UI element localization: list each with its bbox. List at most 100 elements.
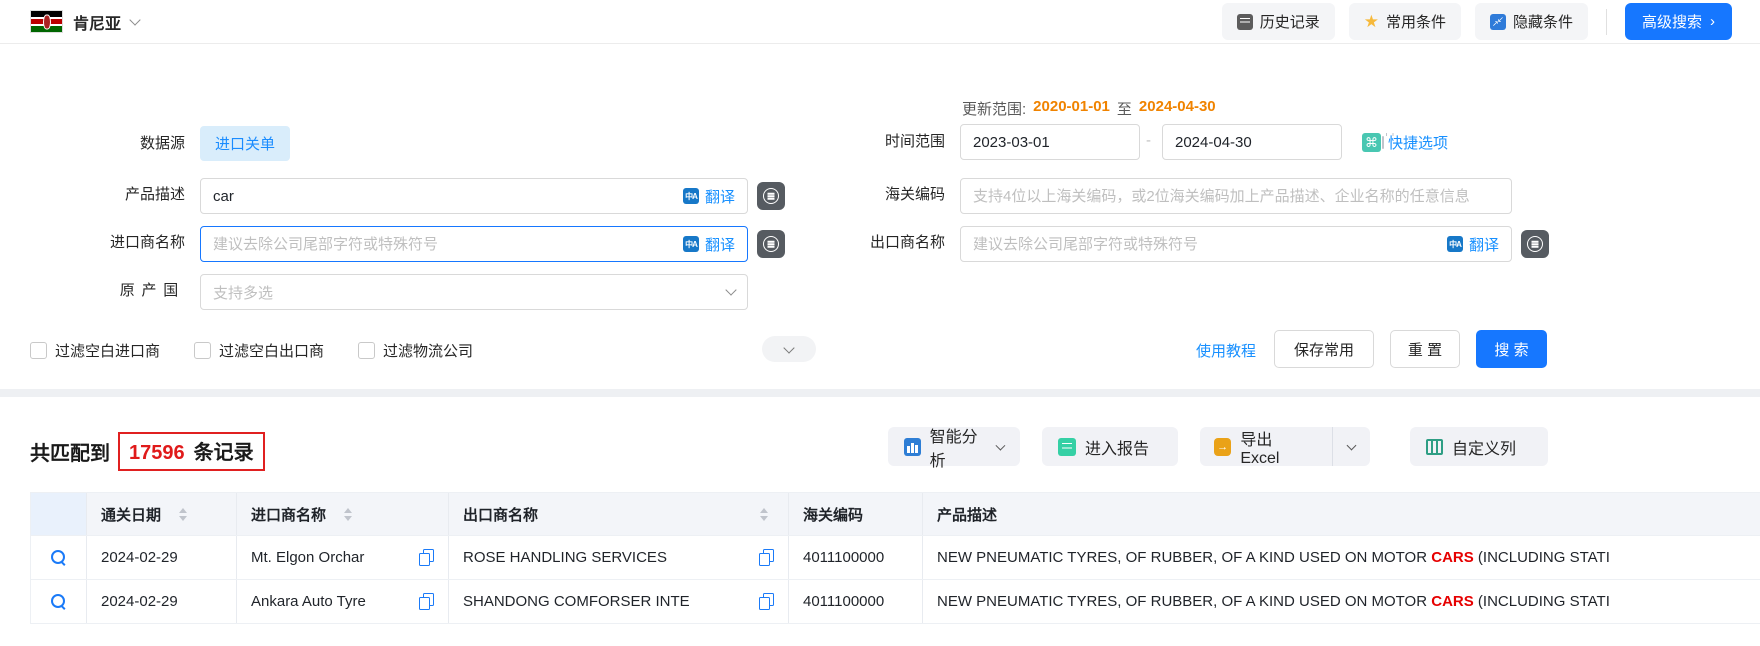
origin-placeholder: 支持多选 (213, 282, 273, 303)
results-section: 共匹配到 17596 条记录 智能分析 进入报告 → 导出Excel 自定义列 … (0, 396, 1760, 646)
result-count-value: 17596 (129, 442, 185, 465)
export-excel-button[interactable]: → 导出Excel (1200, 427, 1370, 466)
hs-code-label: 海关编码 (760, 178, 945, 212)
translate-button[interactable]: 中A 翻译 (1447, 234, 1499, 255)
exporter-name[interactable]: SHANDONG COMFORSER INTE (463, 593, 690, 610)
update-range: 更新范围: 2020-01-01 至 2024-04-30 (962, 98, 1216, 119)
highlighted-keyword: CARS (1431, 549, 1474, 566)
filter-checkbox-row: 过滤空白进口商 过滤空白出口商 过滤物流公司 (30, 340, 473, 361)
view-detail-icon[interactable] (51, 594, 67, 610)
hs-code-input[interactable] (973, 188, 1499, 205)
product-description: NEW PNEUMATIC TYRES, OF RUBBER, OF A KIN… (937, 593, 1610, 610)
exact-match-toggle[interactable] (1521, 230, 1549, 258)
checkbox-icon[interactable] (194, 342, 211, 359)
chevron-down-icon (996, 440, 1006, 450)
collapse-icon: ↙↗ (1490, 14, 1506, 30)
time-range-label: 时间范围 (760, 125, 945, 159)
report-icon (1058, 438, 1076, 456)
save-favorite-button[interactable]: 保存常用 (1274, 330, 1374, 368)
exporter-input[interactable] (973, 236, 1447, 253)
copy-icon[interactable] (419, 549, 434, 566)
smart-analysis-label: 智能分析 (930, 423, 989, 471)
sort-icon[interactable] (760, 508, 768, 521)
importer-name[interactable]: Ankara Auto Tyre (251, 593, 366, 610)
importer-name[interactable]: Mt. Elgon Orchar (251, 549, 364, 566)
copy-icon[interactable] (759, 549, 774, 566)
reset-button[interactable]: 重 置 (1390, 330, 1460, 368)
product-description: NEW PNEUMATIC TYRES, OF RUBBER, OF A KIN… (937, 549, 1610, 566)
checkbox-filter-blank-importer[interactable]: 过滤空白进口商 (30, 340, 160, 361)
hs-code: 4011100000 (803, 549, 884, 566)
annotation-red-box: 17596 条记录 (118, 432, 265, 471)
expand-more-filters-button[interactable] (762, 336, 816, 362)
chevron-down-icon (783, 342, 794, 353)
translate-icon: 中A (1447, 236, 1463, 252)
history-button[interactable]: 历史记录 (1222, 3, 1335, 40)
result-count-suffix: 条记录 (194, 436, 254, 465)
tutorial-link[interactable]: 使用教程 (1196, 340, 1256, 361)
custom-columns-button[interactable]: 自定义列 (1410, 427, 1548, 466)
checkbox-filter-blank-exporter[interactable]: 过滤空白出口商 (194, 340, 324, 361)
result-count-prefix: 共匹配到 (30, 437, 110, 466)
checkbox-icon[interactable] (30, 342, 47, 359)
table-row[interactable]: 2024-02-29 Mt. Elgon Orchar ROSE HANDLIN… (31, 536, 1760, 580)
update-range-from: 2020-01-01 (1033, 98, 1110, 119)
checkbox-filter-logistics[interactable]: 过滤物流公司 (358, 340, 473, 361)
exporter-field[interactable]: 中A 翻译 (960, 226, 1512, 262)
filter-form: 数据源 进口关单 更新范围: 2020-01-01 至 2024-04-30 时… (0, 44, 1760, 396)
export-excel-label: 导出Excel (1240, 426, 1309, 468)
header-label: 进口商名称 (251, 504, 326, 525)
smart-analysis-button[interactable]: 智能分析 (888, 427, 1020, 466)
hs-code-field[interactable] (960, 178, 1512, 214)
date-end-input[interactable] (1175, 134, 1374, 151)
date-start-input[interactable] (973, 134, 1172, 151)
header-clearance-date[interactable]: 通关日期 (87, 493, 237, 535)
divider (1606, 9, 1607, 35)
translate-icon: 中A (683, 188, 699, 204)
sort-icon[interactable] (344, 508, 352, 521)
translate-button[interactable]: 中A 翻译 (683, 234, 735, 255)
date-start-field[interactable] (960, 124, 1140, 160)
search-button[interactable]: 搜 索 (1476, 330, 1547, 368)
copy-icon[interactable] (759, 593, 774, 610)
country-selector[interactable]: 肯尼亚 (30, 10, 139, 34)
quick-options-button[interactable]: ⌘ 快捷选项 (1362, 132, 1448, 153)
exporter-name[interactable]: ROSE HANDLING SERVICES (463, 549, 667, 566)
header-product-desc: 产品描述 (923, 493, 1760, 535)
advanced-search-button[interactable]: 高级搜索 › (1625, 3, 1732, 40)
copy-icon[interactable] (419, 593, 434, 610)
header-exporter[interactable]: 出口商名称 (449, 493, 789, 535)
sort-icon[interactable] (179, 508, 187, 521)
enter-report-label: 进入报告 (1085, 435, 1149, 459)
favorites-button[interactable]: ★ 常用条件 (1349, 3, 1461, 40)
checkbox-icon[interactable] (358, 342, 375, 359)
translate-button[interactable]: 中A 翻译 (683, 186, 735, 207)
results-table: 通关日期 进口商名称 出口商名称 海关编码 产品描述 2024-02-29 M (30, 492, 1760, 624)
columns-icon (1426, 439, 1443, 455)
enter-report-button[interactable]: 进入报告 (1042, 427, 1178, 466)
hide-conditions-label: 隐藏条件 (1513, 11, 1573, 32)
importer-field[interactable]: 中A 翻译 (200, 226, 748, 262)
view-detail-icon[interactable] (51, 550, 67, 566)
header-label: 出口商名称 (463, 504, 538, 525)
table-row[interactable]: 2024-02-29 Ankara Auto Tyre SHANDONG COM… (31, 580, 1760, 624)
country-name: 肯尼亚 (73, 10, 121, 34)
header-importer[interactable]: 进口商名称 (237, 493, 449, 535)
product-desc-field[interactable]: 中A 翻译 (200, 178, 748, 214)
star-icon: ★ (1364, 13, 1379, 30)
origin-select[interactable]: 支持多选 (200, 274, 748, 310)
product-desc-input[interactable] (213, 188, 683, 205)
top-bar: 肯尼亚 历史记录 ★ 常用条件 ↙↗ 隐藏条件 高级搜索 › (0, 0, 1760, 44)
translate-label: 翻译 (705, 186, 735, 207)
hide-conditions-button[interactable]: ↙↗ 隐藏条件 (1475, 3, 1588, 40)
update-range-to: 2024-04-30 (1139, 98, 1216, 119)
quick-options-label: 快捷选项 (1388, 132, 1448, 153)
history-label: 历史记录 (1260, 11, 1320, 32)
origin-label: 原产国 (0, 274, 185, 308)
date-end-field[interactable] (1162, 124, 1342, 160)
product-desc-label: 产品描述 (0, 178, 185, 212)
custom-columns-label: 自定义列 (1452, 435, 1516, 459)
importer-input[interactable] (213, 236, 683, 253)
export-options-dropdown[interactable] (1332, 427, 1370, 466)
data-source-import-tab[interactable]: 进口关单 (200, 126, 290, 161)
